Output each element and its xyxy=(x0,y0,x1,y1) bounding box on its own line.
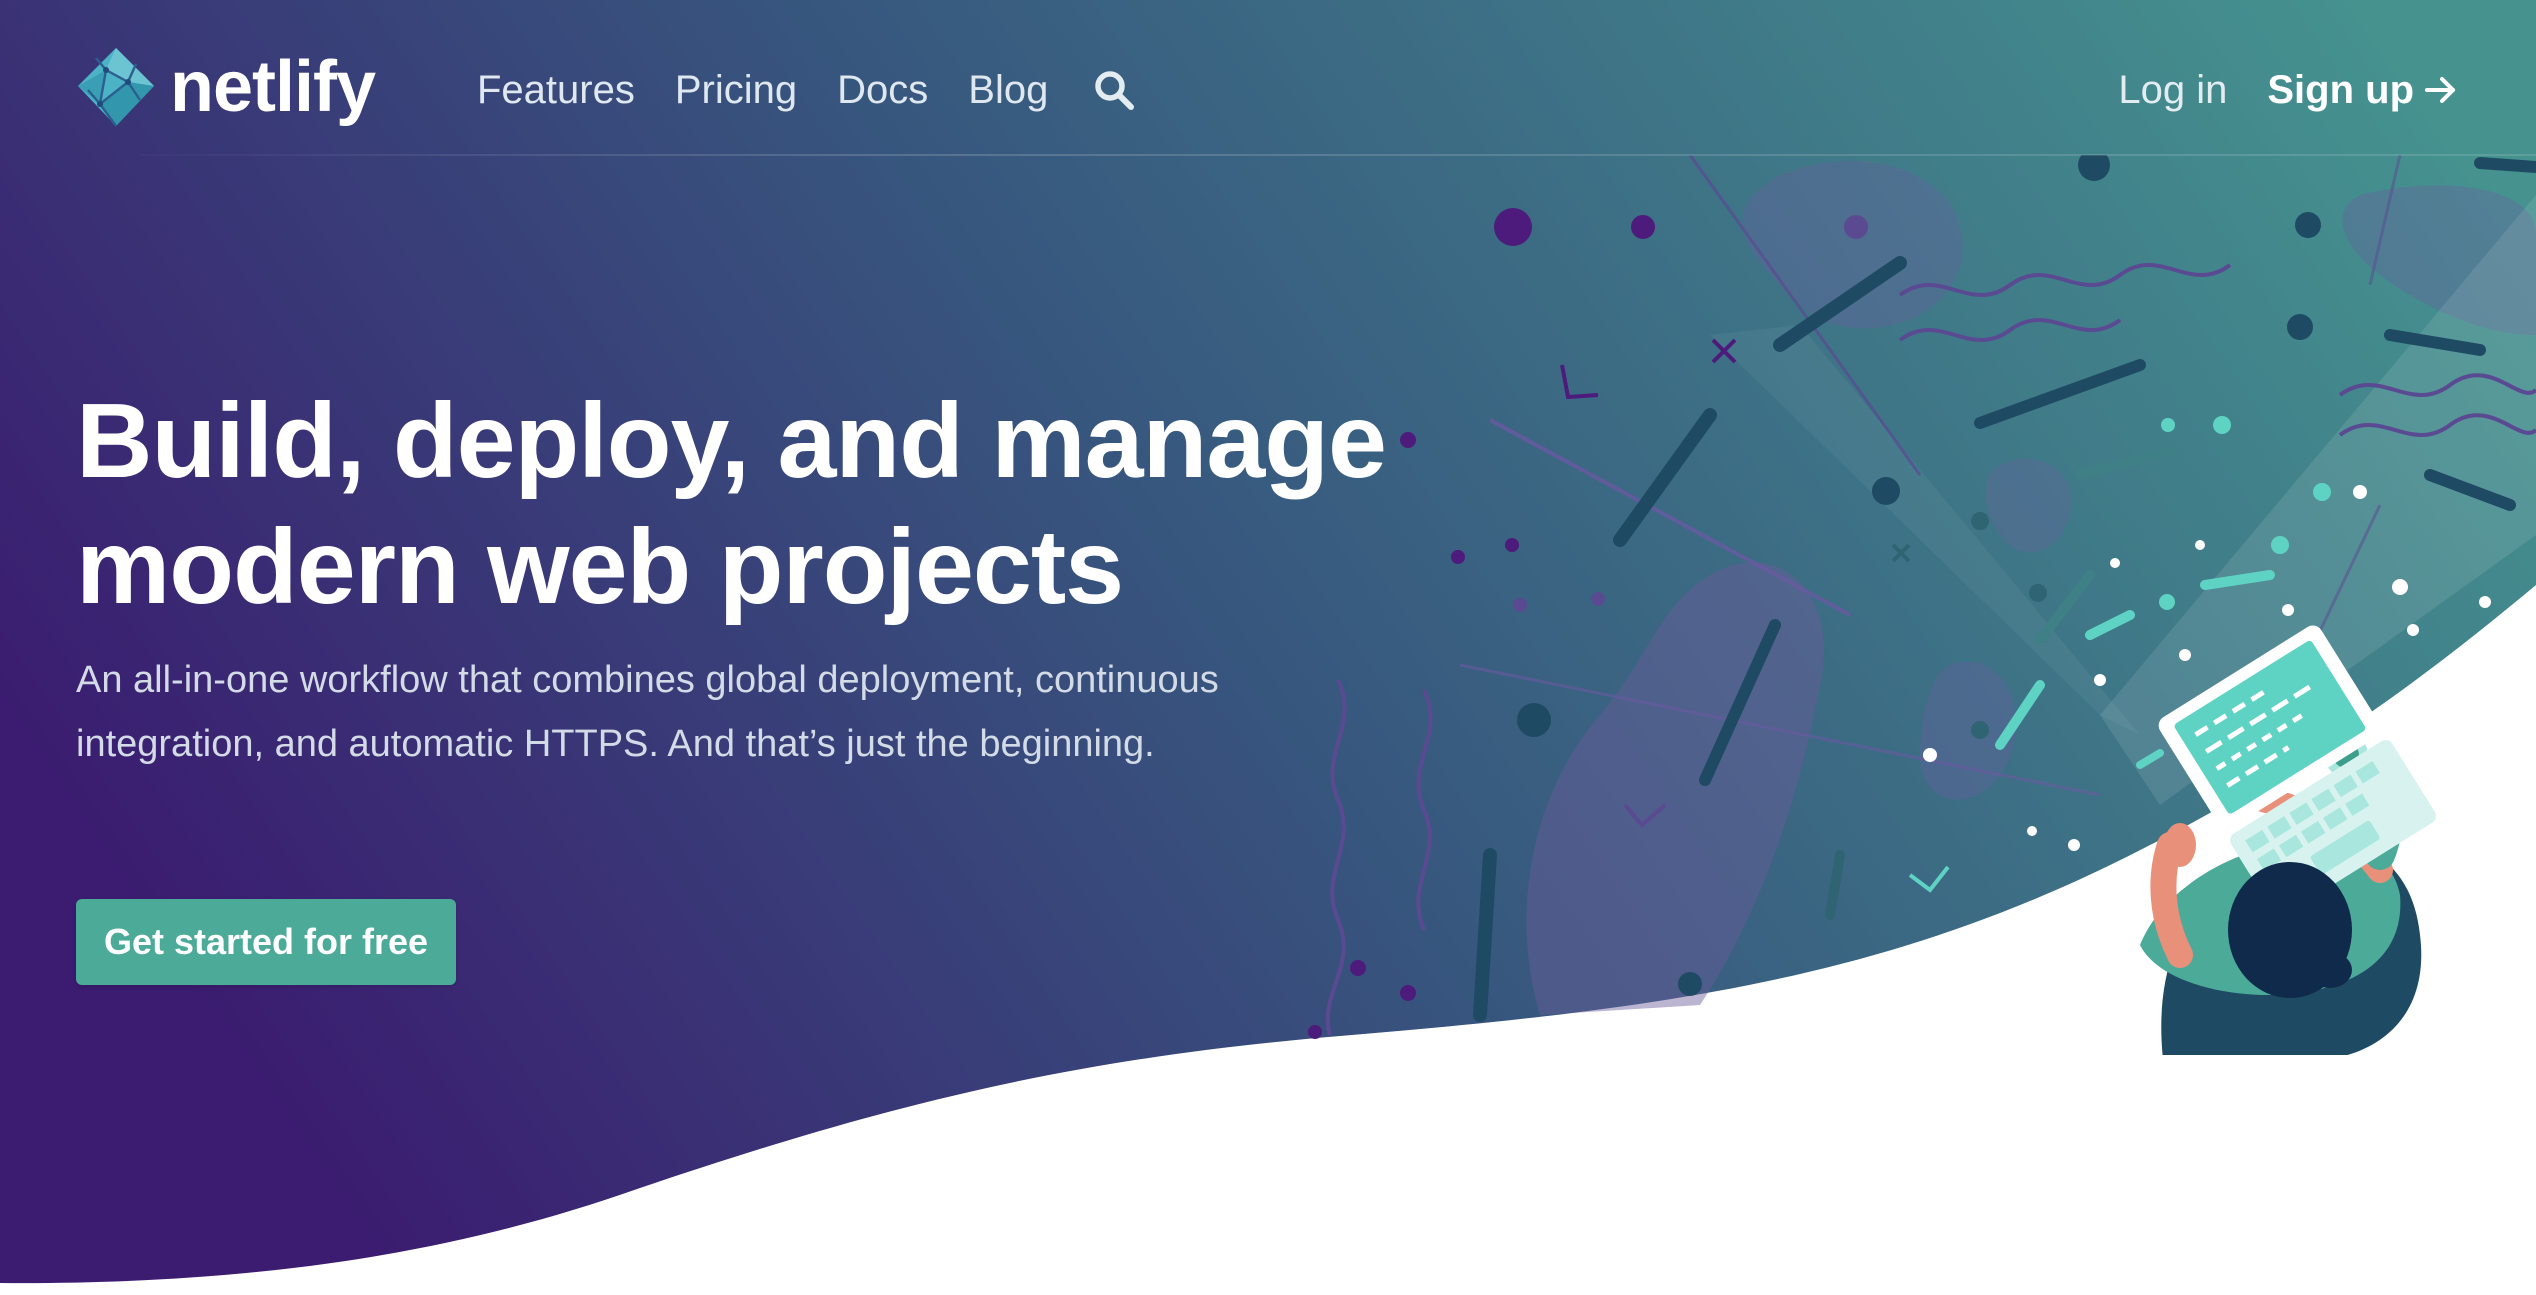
arrow-right-icon xyxy=(2425,77,2455,103)
hero-subtext: An all-in-one workflow that combines glo… xyxy=(76,659,1219,765)
signup-link[interactable]: Sign up xyxy=(2267,60,2458,120)
logo-link[interactable]: netlify xyxy=(76,44,376,130)
search-icon[interactable] xyxy=(1092,68,1136,112)
auth-links: Log in Sign up xyxy=(2118,60,2458,120)
brand-name: netlify xyxy=(170,47,376,127)
netlify-logo-icon xyxy=(78,48,154,127)
signup-label: Sign up xyxy=(2267,68,2414,112)
nav-link-pricing[interactable]: Pricing xyxy=(675,60,797,120)
hero-headline-line-1: Build, deploy, and manage xyxy=(76,382,1387,500)
hero-section: netlify Features Pricing Docs Blog Log i… xyxy=(0,0,2536,1295)
hero-headline: Build, deploy, and manage modern web pro… xyxy=(76,378,1476,630)
hero-headline-line-2: modern web projects xyxy=(76,508,1124,626)
login-link[interactable]: Log in xyxy=(2118,60,2227,120)
nav-link-blog[interactable]: Blog xyxy=(968,60,1048,120)
nav-link-docs[interactable]: Docs xyxy=(837,60,928,120)
get-started-button[interactable]: Get started for free xyxy=(76,899,456,985)
site-header: netlify Features Pricing Docs Blog Log i… xyxy=(0,0,2536,155)
header-divider xyxy=(140,154,2536,156)
main-nav: Features Pricing Docs Blog xyxy=(477,60,1136,120)
nav-link-features[interactable]: Features xyxy=(477,60,635,120)
